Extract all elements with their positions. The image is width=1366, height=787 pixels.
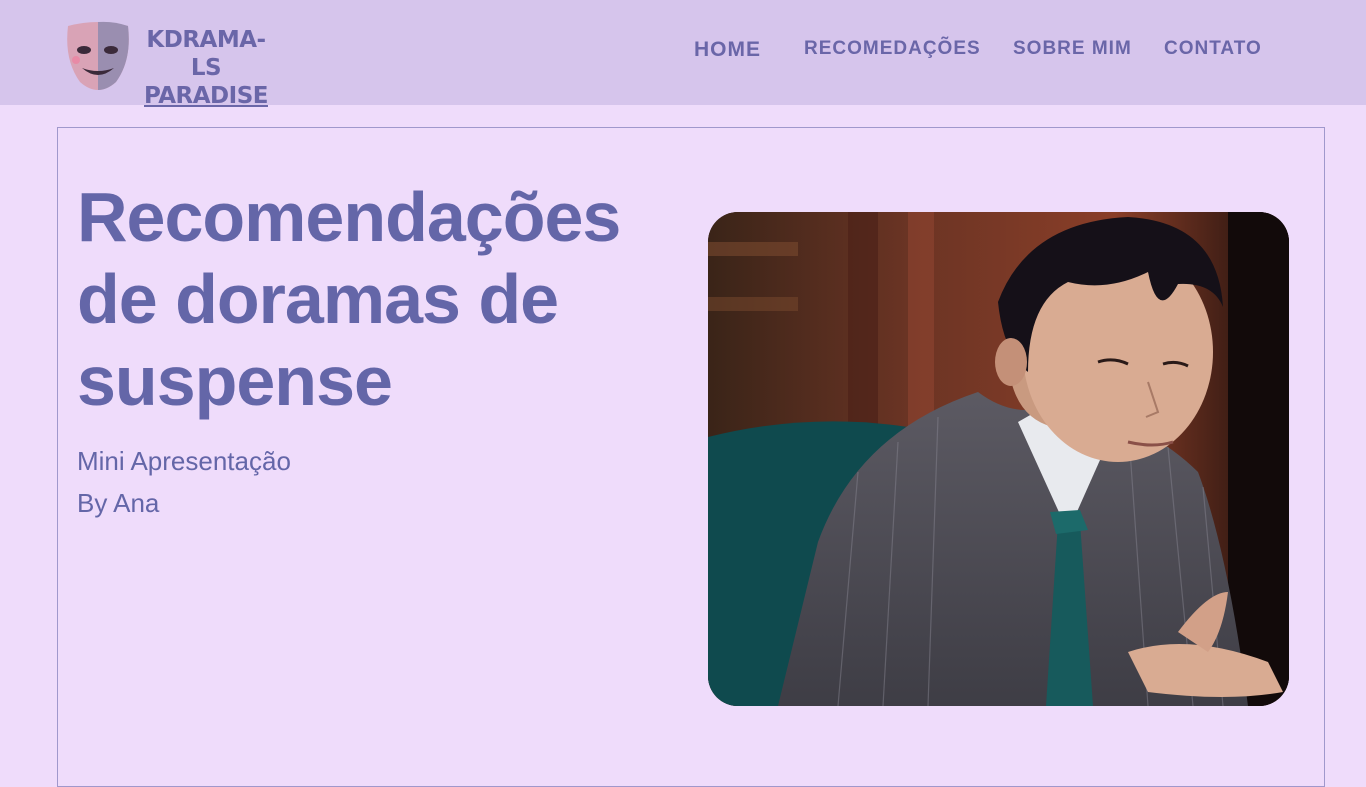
nav-recommendations[interactable]: RECOMEDAÇÕES [804,38,981,60]
nav-home[interactable]: HOME [694,38,761,62]
author: By Ana [77,488,160,518]
nav-about[interactable]: SOBRE MIM [1013,38,1132,60]
logo-line-2: PARADISE [144,83,268,109]
hero-photo-illustration [708,212,1289,706]
logo[interactable]: KDRAMA-LS PARADISE [64,20,274,109]
site-header: KDRAMA-LS PARADISE HOME RECOMEDAÇÕES SOB… [0,0,1366,109]
logo-line-1: KDRAMA-LS [146,27,266,81]
hero-photo [708,212,1289,706]
subtitle: Mini Apresentação [77,446,291,476]
page-title: Recomendações de doramas de suspense [77,178,621,420]
nav-contact[interactable]: CONTATO [1164,38,1262,60]
logo-text: KDRAMA-LS PARADISE [140,26,272,110]
drama-mask-icon [67,21,129,90]
